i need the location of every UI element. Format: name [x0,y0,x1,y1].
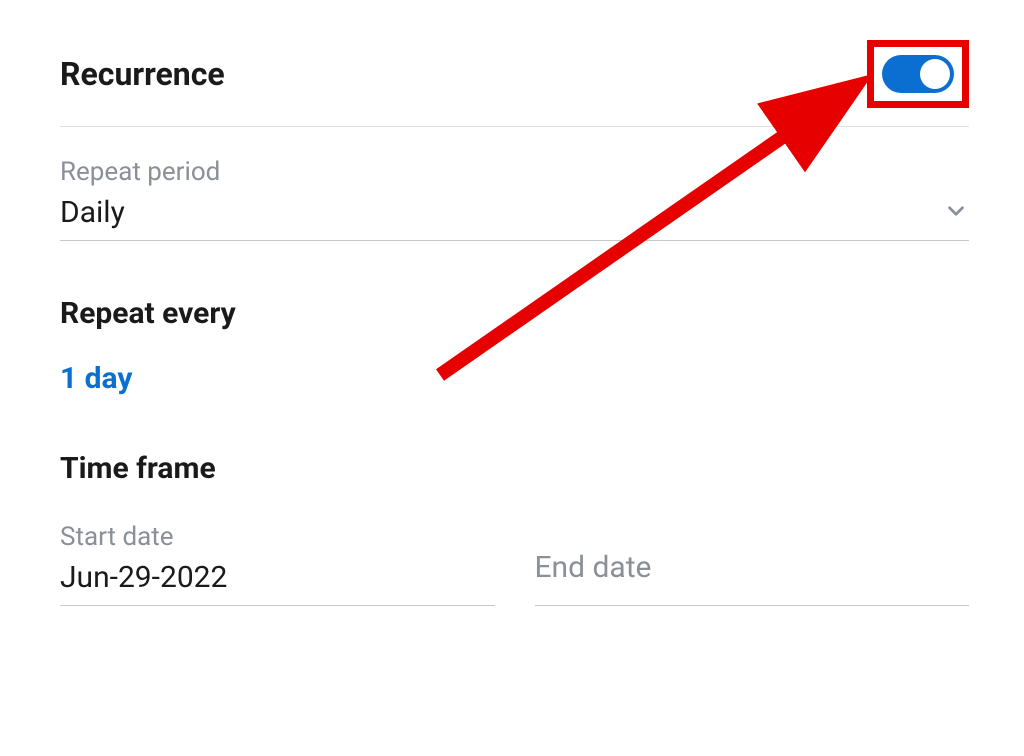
chevron-down-icon [943,198,969,228]
toggle-knob [920,59,950,89]
start-date-value: Jun-29-2022 [60,560,495,595]
repeat-period-field[interactable]: Repeat period Daily [60,157,969,241]
repeat-every-title: Repeat every [60,296,969,331]
annotation-highlight-box [867,40,969,108]
time-frame-title: Time frame [60,451,969,486]
repeat-every-value[interactable]: 1 day [60,361,133,396]
end-date-field[interactable]: End date [535,522,970,606]
recurrence-toggle[interactable] [882,55,954,93]
repeat-period-value: Daily [60,195,125,230]
start-date-field[interactable]: Start date Jun-29-2022 [60,522,495,606]
start-date-label: Start date [60,522,495,552]
end-date-label: End date [535,522,970,585]
recurrence-header: Recurrence [60,40,969,127]
repeat-period-label: Repeat period [60,157,969,187]
recurrence-title: Recurrence [60,55,225,93]
